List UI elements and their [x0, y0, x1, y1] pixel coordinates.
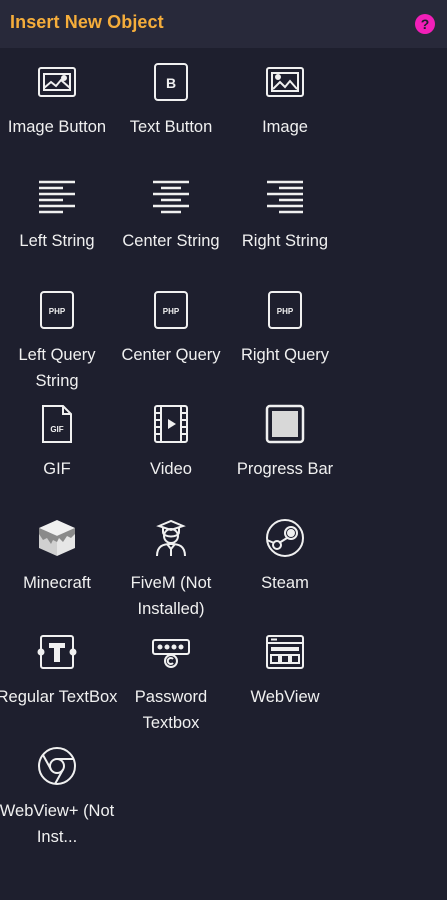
image-icon [265, 62, 305, 102]
item-label: Center String [122, 232, 220, 250]
item-label: Image Button [7, 118, 107, 136]
webview-icon [265, 632, 305, 672]
item-label: Right String [241, 232, 329, 250]
php-file-icon: PHP [37, 290, 77, 330]
image-button-icon [37, 62, 77, 102]
gif-file-icon: GIF [37, 404, 77, 444]
object-left-query-string[interactable]: PHP Left Query String [0, 276, 114, 390]
item-label: WebView [250, 688, 320, 706]
password-textbox-icon [151, 632, 191, 672]
svg-text:B: B [166, 75, 176, 91]
item-label: Left Query String [18, 346, 96, 390]
object-webview[interactable]: WebView [228, 618, 342, 730]
object-center-query[interactable]: PHP Center Query [114, 276, 228, 388]
item-label: GIF [43, 460, 71, 478]
steam-icon [265, 518, 305, 558]
item-label: Left String [19, 232, 95, 250]
align-center-icon [151, 176, 191, 216]
video-icon [151, 404, 191, 444]
item-label: Text Button [129, 118, 213, 136]
item-label: Regular TextBox [0, 688, 118, 706]
align-left-icon [37, 176, 77, 216]
object-steam[interactable]: Steam [228, 504, 342, 616]
svg-text:GIF: GIF [50, 425, 63, 434]
object-progress-bar[interactable]: Progress Bar [228, 390, 342, 502]
object-webview-plus[interactable]: WebView+ (Not Inst... [0, 732, 114, 846]
object-left-string[interactable]: Left String [0, 162, 114, 274]
object-minecraft[interactable]: Minecraft [0, 504, 114, 616]
textbox-icon [37, 632, 77, 672]
minecraft-icon [37, 518, 77, 558]
item-label: Steam [261, 574, 309, 592]
align-right-icon [265, 176, 305, 216]
svg-text:PHP: PHP [277, 307, 294, 316]
text-button-icon: B [151, 62, 191, 102]
item-label: WebView+ (Not Inst... [0, 802, 115, 846]
object-right-string[interactable]: Right String [228, 162, 342, 274]
php-file-icon: PHP [151, 290, 191, 330]
item-label: Center Query [121, 346, 221, 364]
item-label: FiveM (Not Installed) [130, 574, 212, 618]
object-right-query[interactable]: PHP Right Query [228, 276, 342, 388]
object-regular-textbox[interactable]: Regular TextBox [0, 618, 117, 730]
item-label: Image [262, 118, 308, 136]
object-password-textbox[interactable]: Password Textbox [114, 618, 228, 732]
progress-bar-icon [265, 404, 305, 444]
item-label: Right Query [240, 346, 330, 364]
php-file-icon: PHP [265, 290, 305, 330]
object-gif[interactable]: GIF GIF [0, 390, 114, 502]
object-image-button[interactable]: Image Button [0, 48, 114, 160]
insert-object-panel: Insert New Object ? Image Button B Text … [0, 0, 447, 900]
item-label: Minecraft [23, 574, 91, 592]
fivem-icon [151, 518, 191, 558]
object-center-string[interactable]: Center String [114, 162, 228, 274]
object-image[interactable]: Image [228, 48, 342, 160]
item-label: Password Textbox [134, 688, 208, 732]
object-video[interactable]: Video [114, 390, 228, 502]
svg-text:PHP: PHP [49, 307, 66, 316]
object-fivem[interactable]: FiveM (Not Installed) [114, 504, 228, 618]
panel-title: Insert New Object [10, 12, 164, 32]
help-button[interactable]: ? [415, 14, 435, 34]
panel-header: Insert New Object ? [0, 0, 447, 48]
item-label: Progress Bar [236, 460, 334, 478]
svg-text:PHP: PHP [163, 307, 180, 316]
item-label: Video [150, 460, 192, 478]
object-text-button[interactable]: B Text Button [114, 48, 228, 160]
chrome-icon [37, 746, 77, 786]
